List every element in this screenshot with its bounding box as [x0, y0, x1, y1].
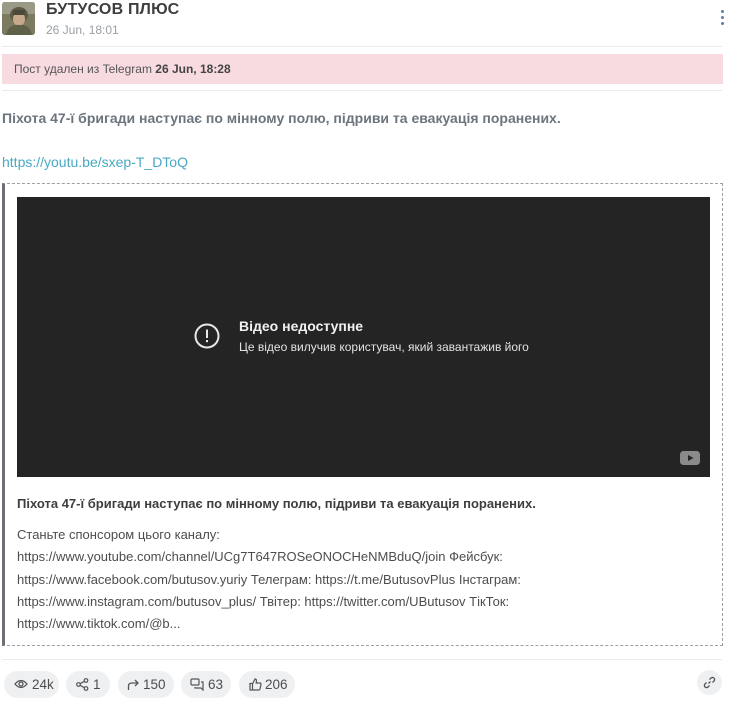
youtube-logo-icon[interactable]	[680, 451, 700, 465]
channel-name[interactable]: БУТУСОВ ПЛЮС	[46, 1, 179, 19]
shares-counter[interactable]: 1	[66, 671, 110, 698]
share-icon	[76, 678, 89, 691]
post-header: БУТУСОВ ПЛЮС 26 Jun, 18:01	[0, 0, 740, 46]
video-unavailable-subtitle: Це відео вилучив користувач, який завант…	[239, 340, 529, 354]
link-preview-card: Відео недоступне Це відео вилучив корист…	[2, 183, 723, 646]
preview-title: Піхота 47-ї бригади наступає по мінному …	[17, 496, 536, 511]
views-count: 24k	[32, 677, 54, 692]
comments-icon	[190, 678, 204, 691]
post-date: 26 Jun, 18:01	[46, 23, 119, 37]
forward-icon	[127, 679, 139, 690]
description-line: Станьте спонсором цього каналу:	[17, 527, 220, 542]
views-counter[interactable]: 24k	[4, 671, 59, 698]
video-unavailable-title: Відео недоступне	[239, 318, 364, 334]
avatar[interactable]	[2, 2, 35, 35]
divider	[2, 46, 722, 47]
deleted-notice: Пост удален из Telegram 26 Jun, 18:28	[2, 54, 723, 84]
copy-link-button[interactable]	[697, 670, 722, 695]
video-player[interactable]: Відео недоступне Це відео вилучив корист…	[17, 197, 710, 477]
description-line: https://www.facebook.com/butusov.yuriy Т…	[17, 571, 521, 587]
shares-count: 1	[93, 677, 101, 692]
divider	[2, 90, 722, 91]
post-link[interactable]: https://youtu.be/sxep-T_DToQ	[2, 154, 188, 170]
preview-description: Станьте спонсором цього каналу: https://…	[17, 524, 707, 635]
description-line: https://www.youtube.com/channel/UCg7T647…	[17, 549, 503, 565]
deleted-notice-text: Пост удален из Telegram	[14, 62, 156, 76]
forwards-counter[interactable]: 150	[118, 671, 174, 698]
kebab-menu-icon[interactable]	[718, 10, 726, 28]
reactions-counter[interactable]: 206	[239, 671, 295, 698]
link-icon	[703, 676, 716, 689]
divider	[2, 659, 722, 660]
description-line: https://www.instagram.com/butusov_plus/ …	[17, 593, 510, 609]
reactions-count: 206	[265, 677, 288, 692]
deleted-notice-date: 26 Jun, 18:28	[155, 62, 231, 76]
comments-counter[interactable]: 63	[181, 671, 231, 698]
description-line: https://www.tiktok.com/@b...	[17, 616, 181, 632]
comments-count: 63	[208, 677, 224, 692]
alert-circle-icon	[194, 323, 220, 349]
telegram-post-card: БУТУСОВ ПЛЮС 26 Jun, 18:01 Пост удален и…	[0, 0, 740, 705]
eye-icon	[14, 679, 28, 689]
post-title: Піхота 47-ї бригади наступає по мінному …	[2, 110, 561, 126]
thumbs-up-icon	[249, 678, 262, 691]
forwards-count: 150	[143, 677, 166, 692]
